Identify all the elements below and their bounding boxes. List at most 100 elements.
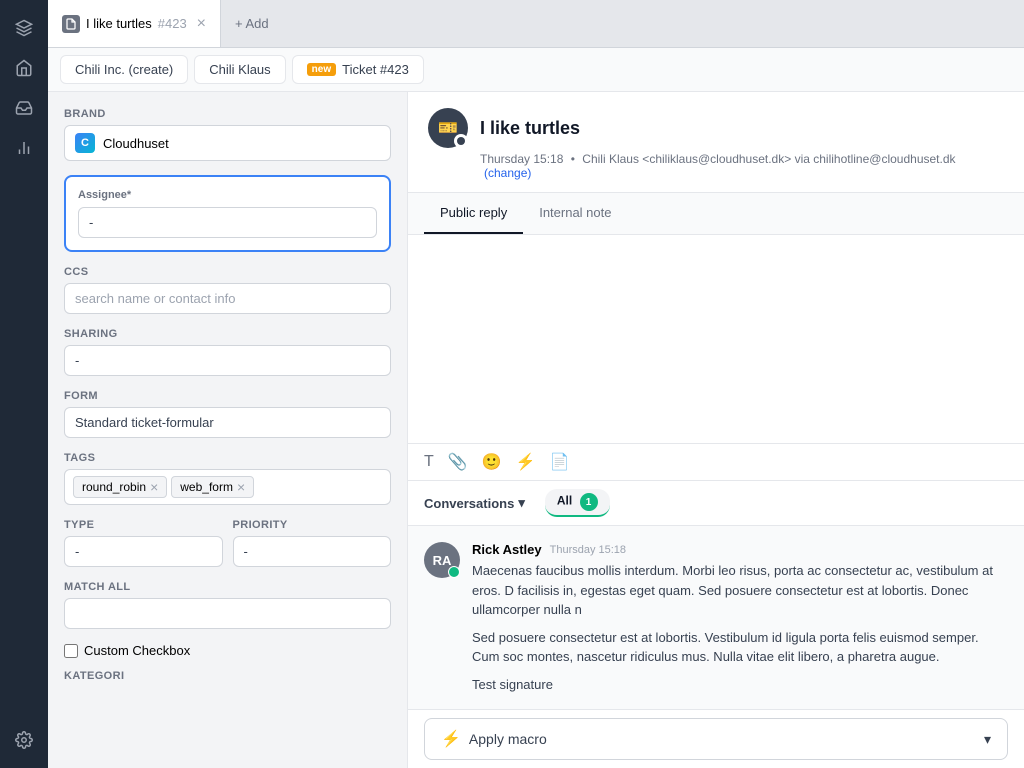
message-signature: Test signature [472, 675, 1008, 695]
tags-container[interactable]: round_robin × web_form × [64, 469, 391, 505]
message-text-2: Sed posuere consectetur est at lobortis.… [472, 628, 1008, 667]
toolbar-emoji-icon[interactable]: 🙂 [482, 452, 502, 472]
macro-chevron-icon: ▾ [984, 731, 991, 748]
message-time: Thursday 15:18 [550, 544, 626, 556]
assignee-box: Assignee* [64, 175, 391, 252]
kategori-label: Kategori [64, 670, 391, 682]
right-panel: 🎫 I like turtles Thursday 15:18 • Chili … [408, 92, 1024, 768]
tab-public-reply[interactable]: Public reply [424, 193, 523, 234]
sidebar-item-home[interactable] [8, 52, 40, 84]
tags-label: Tags [64, 452, 391, 464]
match-all-label: Match all [64, 581, 391, 593]
toolbar-text-icon[interactable]: T [424, 453, 434, 471]
change-link[interactable]: (change) [484, 166, 531, 180]
custom-checkbox[interactable] [64, 644, 78, 658]
reply-tabs: Public reply Internal note [408, 193, 1024, 235]
toolbar-lightning-icon[interactable]: ⚡ [516, 452, 536, 472]
sub-tab-ticket[interactable]: new Ticket #423 [292, 55, 424, 84]
navigation-sidebar [0, 0, 48, 768]
sub-tab-chili-klaus[interactable]: Chili Klaus [194, 55, 285, 84]
conv-avatar: 🎫 [428, 108, 468, 148]
type-priority-row: Type Priority [64, 519, 391, 581]
tab-title: I like turtles [86, 16, 152, 31]
reply-editor[interactable] [408, 235, 1024, 443]
message-text-1: Maecenas faucibus mollis interdum. Morbi… [472, 561, 1008, 620]
reply-toolbar: T 📎 🙂 ⚡ 📄 [408, 443, 1024, 480]
macro-button-left: ⚡ Apply macro [441, 729, 547, 749]
sidebar-item-settings[interactable] [8, 724, 40, 756]
sidebar-item-reports[interactable] [8, 132, 40, 164]
left-panel: Brand C Cloudhuset Assignee* CCs Sharing [48, 92, 408, 768]
tag-round-robin-remove[interactable]: × [150, 479, 158, 495]
macro-label: Apply macro [469, 731, 547, 747]
assignee-label: Assignee* [78, 189, 377, 201]
sub-tab-bar: Chili Inc. (create) Chili Klaus new Tick… [48, 48, 1024, 92]
nav-logo [8, 12, 40, 44]
conversation-header: 🎫 I like turtles Thursday 15:18 • Chili … [408, 92, 1024, 193]
tab-bar: I like turtles #423 × + Add [48, 0, 1024, 48]
tag-web-form-remove[interactable]: × [237, 479, 245, 495]
panels: Brand C Cloudhuset Assignee* CCs Sharing [48, 92, 1024, 768]
priority-label: Priority [233, 519, 392, 531]
tags-field-group: Tags round_robin × web_form × [64, 452, 391, 505]
sharing-input[interactable] [64, 345, 391, 376]
conversation-title: I like turtles [480, 118, 580, 139]
conv-list-header: Conversations ▾ All 1 [408, 481, 1024, 526]
message-header: Rick Astley Thursday 15:18 [472, 542, 1008, 557]
conversation-meta: Thursday 15:18 • Chili Klaus <chiliklaus… [480, 152, 1004, 180]
type-input[interactable] [64, 536, 223, 567]
sidebar-item-inbox[interactable] [8, 92, 40, 124]
brand-field-group: Brand C Cloudhuset [64, 108, 391, 161]
match-all-field-group: Match all [64, 581, 391, 629]
reply-area: Public reply Internal note T 📎 🙂 ⚡ 📄 [408, 193, 1024, 480]
bolt-icon: ⚡ [441, 729, 461, 749]
tab-internal-note[interactable]: Internal note [523, 193, 627, 234]
brand-logo: C [75, 133, 95, 153]
sharing-label: Sharing [64, 328, 391, 340]
custom-checkbox-row: Custom Checkbox [64, 643, 391, 658]
ccs-field-group: CCs [64, 266, 391, 314]
conversation-list-section: Conversations ▾ All 1 RA [408, 480, 1024, 768]
filter-tabs: All 1 [545, 489, 610, 517]
form-field-group: Form [64, 390, 391, 438]
ccs-input[interactable] [64, 283, 391, 314]
assignee-input[interactable] [78, 207, 377, 238]
avatar-badge [454, 134, 468, 148]
macro-bar: ⚡ Apply macro ▾ [408, 709, 1024, 768]
tab-close-button[interactable]: × [197, 15, 206, 33]
apply-macro-button[interactable]: ⚡ Apply macro ▾ [424, 718, 1008, 760]
toolbar-attach-icon[interactable]: 📎 [448, 452, 468, 472]
message-body: Rick Astley Thursday 15:18 Maecenas fauc… [472, 542, 1008, 694]
all-count-badge: 1 [580, 493, 598, 511]
sub-tab-chili-inc[interactable]: Chili Inc. (create) [60, 55, 188, 84]
brand-label: Brand [64, 108, 391, 120]
main-content: I like turtles #423 × + Add Chili Inc. (… [48, 0, 1024, 768]
conversations-dropdown[interactable]: Conversations ▾ [424, 495, 525, 511]
active-tab[interactable]: I like turtles #423 × [48, 0, 221, 47]
type-label: Type [64, 519, 223, 531]
dropdown-chevron-icon: ▾ [518, 495, 525, 511]
ccs-label: CCs [64, 266, 391, 278]
priority-input[interactable] [233, 536, 392, 567]
form-input[interactable] [64, 407, 391, 438]
match-all-input[interactable] [64, 598, 391, 629]
message-sender: Rick Astley [472, 542, 542, 557]
form-label: Form [64, 390, 391, 402]
tag-round-robin: round_robin × [73, 476, 167, 498]
avatar: RA [424, 542, 460, 578]
toolbar-template-icon[interactable]: 📄 [550, 452, 570, 472]
sharing-field-group: Sharing [64, 328, 391, 376]
kategori-field-group: Kategori [64, 670, 391, 682]
filter-tab-all[interactable]: All 1 [545, 489, 610, 517]
add-tab-button[interactable]: + Add [221, 16, 283, 31]
avatar-online-badge [448, 566, 460, 578]
tab-subtitle: #423 [158, 16, 187, 31]
conv-title-row: 🎫 I like turtles [428, 108, 1004, 148]
brand-field[interactable]: C Cloudhuset [64, 125, 391, 161]
custom-checkbox-label: Custom Checkbox [84, 643, 190, 658]
tag-web-form: web_form × [171, 476, 254, 498]
type-field-group: Type [64, 519, 223, 567]
tab-icon [62, 15, 80, 33]
new-badge: new [307, 63, 336, 76]
table-row: RA Rick Astley Thursday 15:18 Maecenas f… [424, 542, 1008, 694]
